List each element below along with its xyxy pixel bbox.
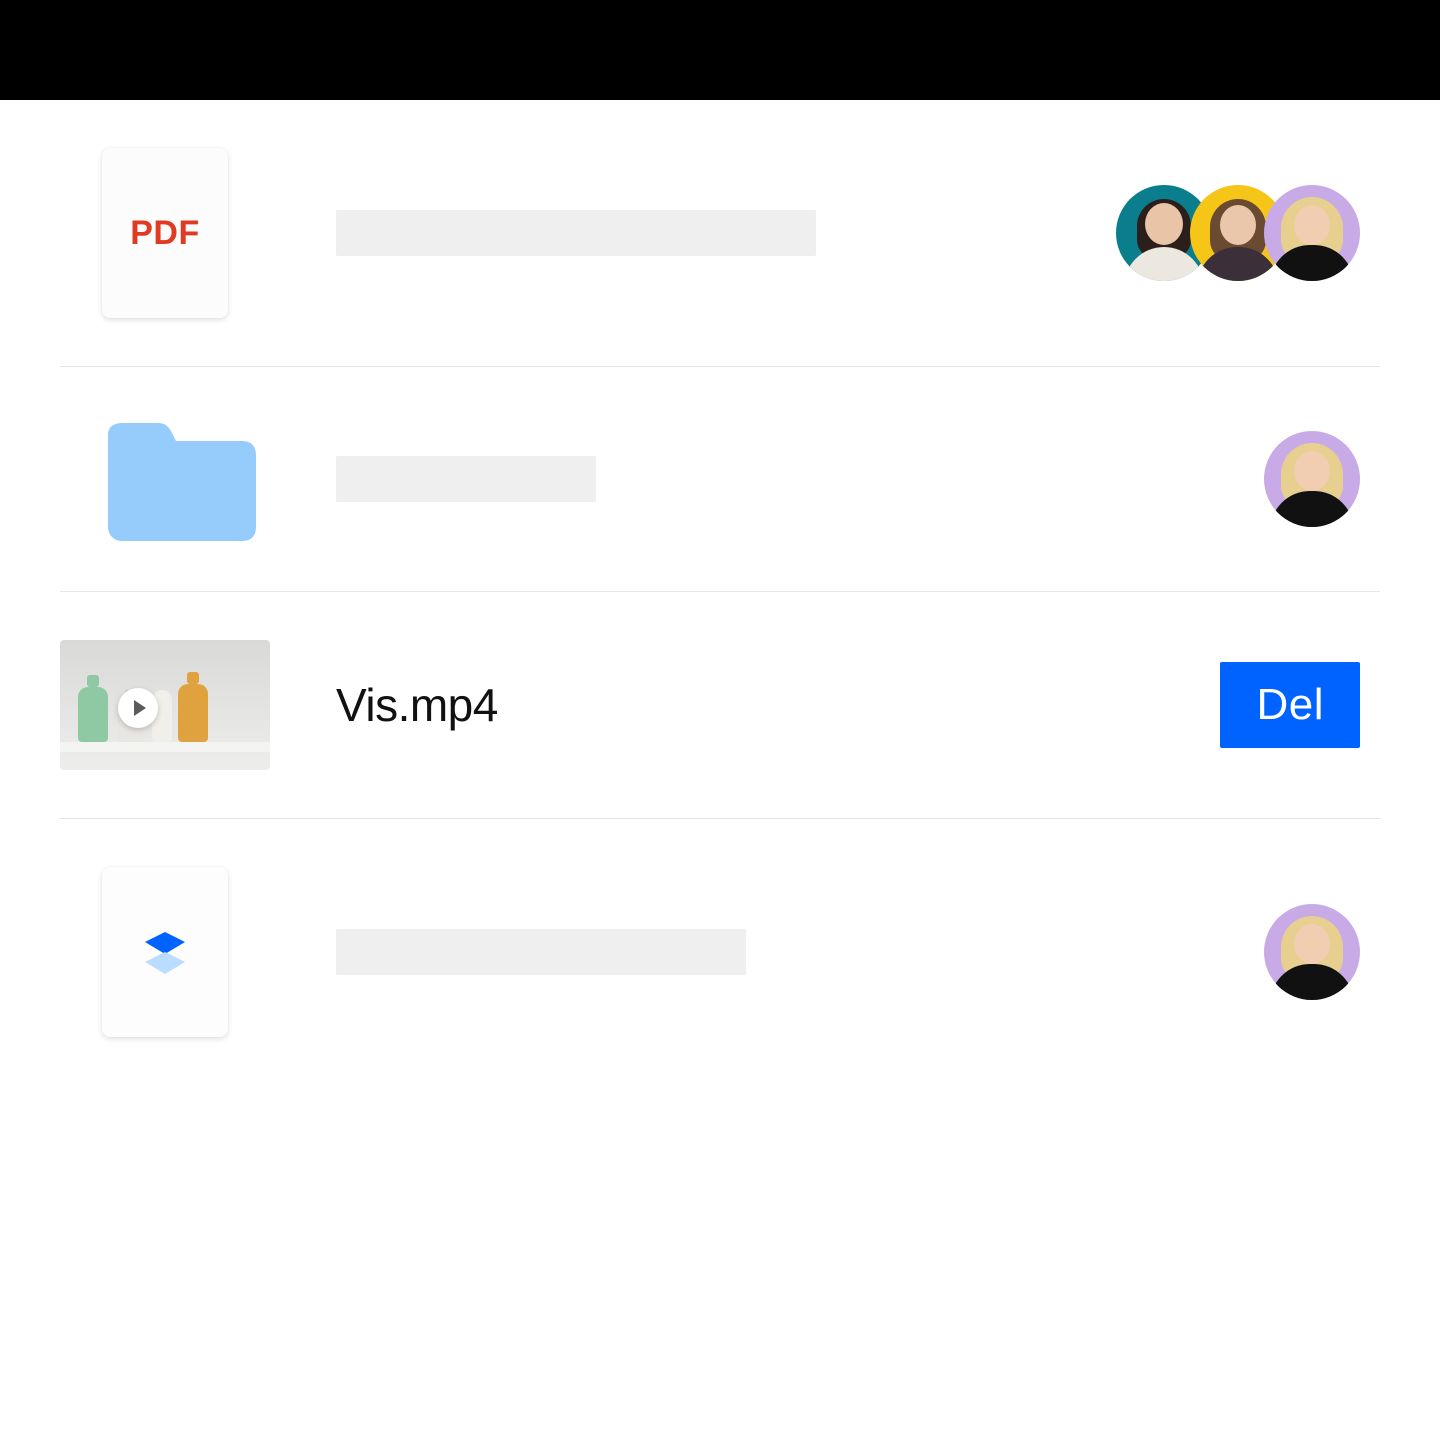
file-name	[336, 210, 984, 256]
file-name-text: Vis.mp4	[336, 678, 498, 732]
top-bar	[0, 0, 1440, 100]
file-row[interactable]	[60, 367, 1380, 592]
collaborators	[1040, 185, 1380, 281]
row-action: Del	[1040, 662, 1380, 748]
share-button[interactable]: Del	[1220, 662, 1360, 748]
pdf-badge-text: PDF	[130, 214, 200, 253]
collaborators	[1040, 431, 1380, 527]
file-thumbnail	[60, 415, 280, 543]
avatar[interactable]	[1264, 904, 1360, 1000]
file-name: Vis.mp4	[336, 678, 984, 732]
file-row[interactable]: Vis.mp4 Del	[60, 592, 1380, 819]
file-name	[336, 929, 984, 975]
file-thumbnail: PDF	[60, 148, 280, 318]
pdf-tile-icon: PDF	[102, 148, 228, 318]
name-placeholder	[336, 929, 746, 975]
file-name	[336, 456, 984, 502]
avatar[interactable]	[1264, 431, 1360, 527]
file-row[interactable]: PDF	[60, 100, 1380, 367]
collaborators	[1040, 904, 1380, 1000]
folder-icon	[102, 415, 262, 543]
dropbox-paper-icon	[139, 926, 191, 978]
paper-doc-tile-icon	[102, 867, 228, 1037]
name-placeholder	[336, 210, 816, 256]
video-thumbnail[interactable]	[60, 640, 270, 770]
play-icon[interactable]	[118, 688, 158, 728]
avatar-stack[interactable]	[1116, 185, 1360, 281]
file-list: PDF	[0, 100, 1440, 1085]
avatar-stack[interactable]	[1264, 431, 1360, 527]
name-placeholder	[336, 456, 596, 502]
file-thumbnail	[60, 867, 280, 1037]
file-thumbnail	[60, 640, 280, 770]
avatar-stack[interactable]	[1264, 904, 1360, 1000]
avatar[interactable]	[1264, 185, 1360, 281]
file-row[interactable]	[60, 819, 1380, 1085]
